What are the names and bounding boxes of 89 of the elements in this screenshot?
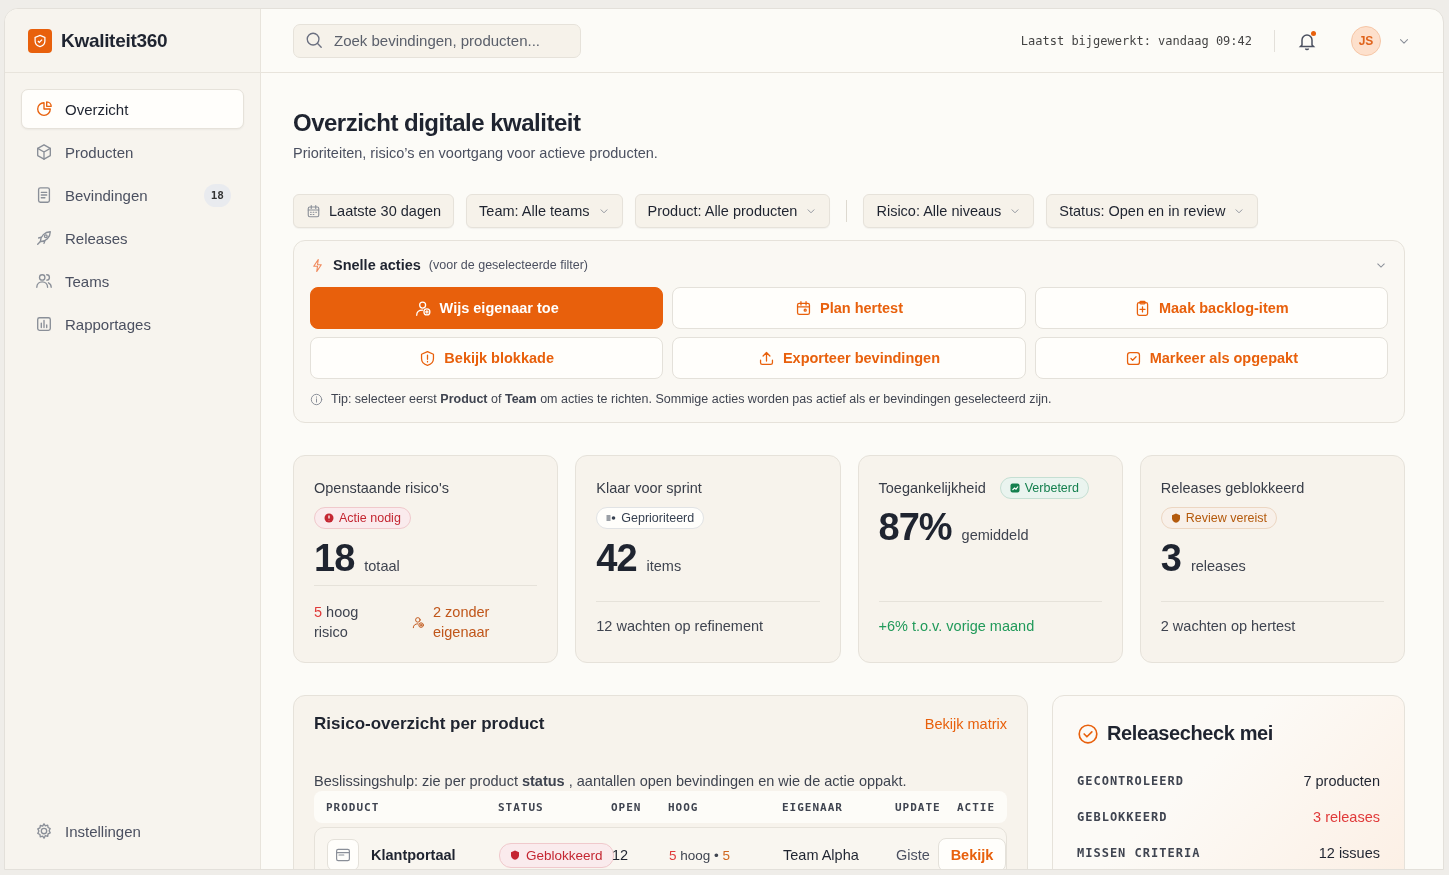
trend-up-icon [1009,483,1020,493]
kpi-value: 42 [596,537,637,580]
high-risk-count: 5 hoog risico [314,603,360,642]
checkbox-icon [1124,349,1142,367]
date-range-button[interactable]: Laatste 30 dagen [293,194,455,228]
status-badge: Review vereist [1160,507,1278,529]
kpi-unit: totaal [364,558,400,574]
card-title: Releasecheck mei [1107,722,1273,745]
help-text: Beslissingshulp: zie per product status , aantallen open bevindingen en wie de actie oppakt. [314,773,908,789]
stat-label: GECONTROLEERD [1077,774,1184,788]
kpi-value: 3 [1160,537,1181,580]
status-badge: Verbeterd [999,477,1089,499]
tip-text: Tip: selecteer eerst Product of Team om acties te richten. Sommige acties worden pas actief als er bevindingen geselecteerd zijn. [331,392,1052,406]
upload-icon [757,349,775,367]
rocket-icon [35,229,53,247]
stat-value: 7 producten [1303,773,1380,789]
card-title: Releases geblokkeerd [1160,480,1305,496]
card-title: Openstaande risico's [314,480,449,496]
calendar-icon [306,203,321,219]
count-badge: 18 [203,183,231,207]
kpi-value: 18 [314,537,355,580]
shield-logo-icon [28,28,52,53]
nav-item[interactable]: Overzicht [21,89,244,129]
nav-item[interactable]: Teams [21,261,244,301]
stat-value: 12 issues [1318,845,1380,861]
page-subtitle: Prioriteiten, risico’s en voortgang voor actieve producten. [293,145,659,161]
unowned-count: 2 zonder eigenaar [433,603,491,642]
check-circle-icon [1077,722,1099,745]
filter-dropdown[interactable]: Risico: Alle niveaus [863,194,1035,228]
column-header: EIGENAAR [782,800,844,814]
panel-title: Snelle acties [333,257,421,273]
status-pill: Geblokkeerd [499,842,614,868]
cube-icon [35,143,53,161]
filter-dropdown[interactable]: Team: Alle teams [466,194,623,228]
last-updated-text: Laatst bijgewerkt: vandaag 09:42 [1020,33,1252,48]
nav-item[interactable]: Rapportages [21,304,244,344]
settings-icon [35,822,53,840]
kpi-unit: items [646,558,682,574]
column-header: STATUS [498,800,545,814]
table-cell-text: Team Alpha [783,847,860,863]
column-header: UPDATE [895,800,942,814]
panel-title: Risico-overzicht per product [314,714,545,734]
kpi-unit: releases [1190,558,1246,574]
person-alert-icon [412,615,425,629]
filter-dropdown[interactable]: Status: Open en in review [1046,194,1259,228]
info-icon [310,392,323,406]
pie-chart-icon [35,100,53,118]
stat-label: GEBLOKKEERD [1077,810,1168,824]
column-header: HOOG [668,800,700,814]
table-cell-text: 5 hoog • 5 [669,847,732,863]
nav-item[interactable]: Releases [21,218,244,258]
product-name: Klantportaal [371,847,456,863]
priority-list-icon [606,513,617,523]
app-name: Kwaliteit360 [61,29,168,52]
card-title: Toegankelijkheid [878,480,986,496]
document-icon [35,186,53,204]
nav-item[interactable]: Bevindingen 18 [21,175,244,215]
card-footnote: +6% t.o.v. vorige maand [878,618,1035,636]
shield-icon [510,850,520,860]
kpi-unit: gemiddeld [961,527,1029,543]
nav-item[interactable]: Producten [21,132,244,172]
calendar-icon [795,299,812,317]
kpi-value: 87% [878,506,952,549]
card-footnote: 12 wachten op refinement [596,618,764,636]
panel-note: (voor de geselecteerde filter) [428,258,588,272]
table-cell-text: 12 [612,847,630,863]
column-header: OPEN [611,800,643,814]
table-row[interactable]: Klantportaal Geblokkeerd 12 5 hoog • 5 Team Alpha Giste Bekijk [314,827,1007,869]
status-badge: Geprioriteerd [596,507,705,529]
column-header: ACTIE [957,800,997,814]
shield-icon [1170,513,1181,523]
person-add-icon [414,299,432,317]
nav-item[interactable]: Instellingen [21,811,244,851]
search-icon [305,30,323,49]
page-title: Overzicht digitale kwaliteit [293,109,582,137]
people-icon [35,272,53,290]
stat-label: MISSEN CRITERIA [1077,846,1201,860]
card-title: Klaar voor sprint [596,480,702,496]
card-footnote: 2 wachten op hertest [1160,618,1296,636]
column-header: PRODUCT [326,800,381,814]
bar-chart-icon [35,315,53,333]
notification-bell-icon[interactable] [1297,30,1317,51]
filter-dropdown[interactable]: Product: Alle producten [634,194,831,228]
bolt-icon [310,257,325,273]
stat-value: 3 releases [1313,809,1380,825]
alert-icon [324,513,334,523]
search-field[interactable]: Zoek bevindingen, producten... [293,23,581,58]
status-badge: Actie nodig [314,507,411,529]
shield-alert-icon [419,349,437,367]
